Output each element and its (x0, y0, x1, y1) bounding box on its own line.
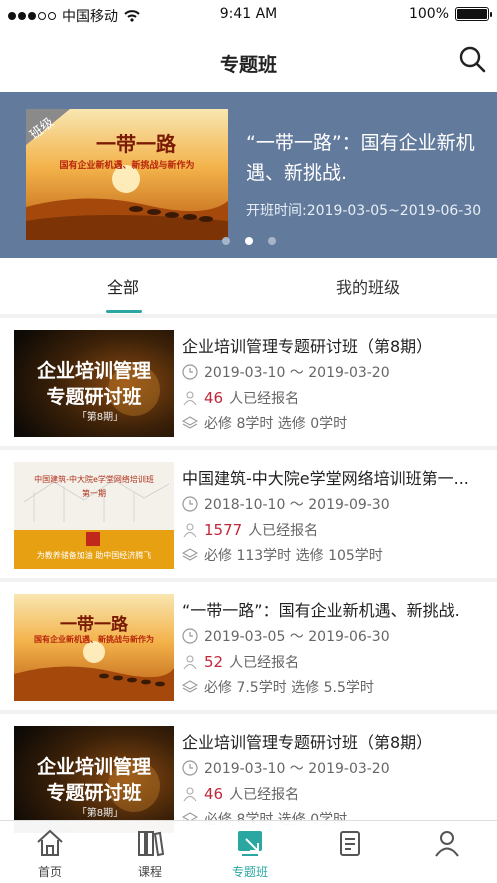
clock-icon (182, 496, 198, 512)
course-card[interactable]: 一带一路 国有企业新机遇、新挑战与新作为 “一带一路”：国有企业新机遇、新挑战.… (0, 582, 497, 710)
thumbnail-line1: 中国建筑-中大院e学堂网络培训班 (34, 475, 154, 484)
thumbnail-line1: 企业培训管理 (36, 360, 151, 382)
course-dates: 2018-10-10 ～ 2019-09-30 (182, 494, 390, 514)
thumbnail-line2: 第一期 (82, 489, 106, 498)
person-icon (183, 391, 197, 406)
course-title[interactable]: 企业培训管理专题研讨班（第8期） (182, 333, 494, 357)
nav-item-topic-class[interactable]: 专题班 (200, 821, 300, 883)
thumbnail-line2: 专题研讨班 (46, 782, 142, 804)
nav-label: 课程 (137, 865, 162, 879)
thumbnail-line1: 企业培训管理 (36, 756, 151, 778)
course-title[interactable]: 中国建筑-中大院e学堂网络培训班第一... (182, 465, 494, 489)
nav-label: 专题班 (231, 865, 268, 879)
course-card[interactable]: 中国建筑-中大院e学堂网络培训班 第一期 为教养储备加油 助中国经济腾飞 中国建… (0, 450, 497, 578)
document-icon (340, 831, 360, 856)
course-dates: 2019-03-10 ～ 2019-03-20 (182, 758, 390, 778)
course-card[interactable]: 企业培训管理 专题研讨班 「第8期」 企业培训管理专题研讨班（第8期） 2019… (0, 318, 497, 446)
nav-item-courses[interactable]: 课程 (100, 821, 200, 883)
enrolled-suffix: 人已经报名 (229, 655, 300, 671)
enrolled-count: 1577 (204, 521, 243, 539)
status-right: 100% (408, 6, 492, 22)
course-date-range: 2019-03-05 ～ 2019-06-30 (204, 629, 390, 645)
battery-icon (455, 7, 492, 21)
person-icon (183, 655, 197, 670)
course-hours: 必修 113学时 选修 105学时 (182, 545, 383, 565)
tab-my-classes[interactable]: 我的班级 (336, 274, 400, 298)
course-enrollment: 52 人已经报名 (182, 652, 299, 672)
home-icon (37, 829, 63, 856)
course-enrollment: 1577 人已经报名 (182, 520, 318, 540)
thumbnail-line2: 国有企业新机遇、新挑战与新作为 (34, 635, 154, 644)
books-icon (138, 831, 165, 857)
bottom-nav: 首页 课程 专题班 (0, 820, 497, 883)
layers-icon (182, 680, 198, 693)
topic-class-icon (238, 831, 262, 856)
thumbnail-line2: 专题研讨班 (46, 386, 142, 408)
enrolled-count: 46 (204, 785, 224, 803)
course-dates: 2019-03-10 ～ 2019-03-20 (182, 362, 390, 382)
course-title[interactable]: “一带一路”：国有企业新机遇、新挑战. (182, 597, 494, 621)
thumbnail-tag: 「第8期」 (76, 808, 124, 819)
person-icon (183, 523, 197, 538)
course-enrollment: 46 人已经报名 (182, 388, 299, 408)
course-hours: 必修 7.5学时 选修 5.5学时 (182, 677, 374, 697)
thumbnail-tag: 「第8期」 (76, 412, 124, 423)
tab-bar: 全部 我的班级 (0, 258, 497, 314)
clock-icon (182, 628, 198, 644)
banner-title[interactable]: “一带一路”：国有企业新机遇、新挑战. (246, 128, 496, 188)
course-date-range: 2019-03-10 ～ 2019-03-20 (204, 761, 390, 777)
thumbnail-line1: 一带一路 (60, 615, 128, 635)
course-credit-hours: 必修 7.5学时 选修 5.5学时 (204, 680, 374, 696)
course-date-range: 2019-03-10 ～ 2019-03-20 (204, 365, 390, 381)
enrolled-count: 52 (204, 653, 224, 671)
featured-banner[interactable]: 班级 一带一路 国有企业新机遇、新挑战与新作为 “一带一路”：国有企业新机遇、新… (0, 92, 497, 258)
course-credit-hours: 必修 113学时 选修 105学时 (204, 548, 383, 564)
banner-page-dot-1[interactable] (222, 237, 230, 245)
course-enrollment: 46 人已经报名 (182, 784, 299, 804)
banner-page-dot-2[interactable] (245, 237, 253, 245)
enrolled-suffix: 人已经报名 (248, 523, 319, 539)
status-bar: 中国移动 9:41 AM 100% (0, 0, 497, 30)
person-icon (183, 787, 197, 802)
banner-date: 开班时间:2019-03-05~2019-06-30 (246, 203, 482, 219)
layers-icon (182, 548, 198, 561)
nav-item-documents[interactable] (300, 821, 400, 883)
course-title[interactable]: 企业培训管理专题研讨班（第8期） (182, 729, 494, 753)
nav-item-home[interactable]: 首页 (0, 821, 100, 883)
nav-item-profile[interactable] (397, 821, 497, 883)
clock-icon (182, 760, 198, 776)
tab-active-indicator (106, 310, 142, 313)
course-hours: 必修 8学时 选修 0学时 (182, 413, 347, 433)
tab-all[interactable]: 全部 (107, 274, 139, 298)
banner-page-dot-3[interactable] (268, 237, 276, 245)
course-dates: 2019-03-05 ～ 2019-06-30 (182, 626, 390, 646)
course-credit-hours: 必修 8学时 选修 0学时 (204, 416, 348, 432)
user-icon (435, 831, 459, 857)
enrolled-suffix: 人已经报名 (229, 787, 300, 803)
search-icon[interactable] (457, 44, 487, 74)
clock-icon (182, 364, 198, 380)
banner-image-subtitle: 国有企业新机遇、新挑战与新作为 (59, 161, 195, 171)
course-date-range: 2018-10-10 ～ 2019-09-30 (204, 497, 390, 513)
banner-image-title: 一带一路 (96, 132, 176, 156)
battery-percent: 100% (408, 6, 449, 22)
enrolled-suffix: 人已经报名 (229, 391, 300, 407)
thumbnail-tag: 为教养储备加油 助中国经济腾飞 (36, 551, 152, 560)
enrolled-count: 46 (204, 389, 224, 407)
page-title: 专题班 (219, 54, 277, 76)
app-header: 专题班 (0, 30, 497, 92)
layers-icon (182, 416, 198, 429)
nav-label: 首页 (37, 865, 62, 879)
